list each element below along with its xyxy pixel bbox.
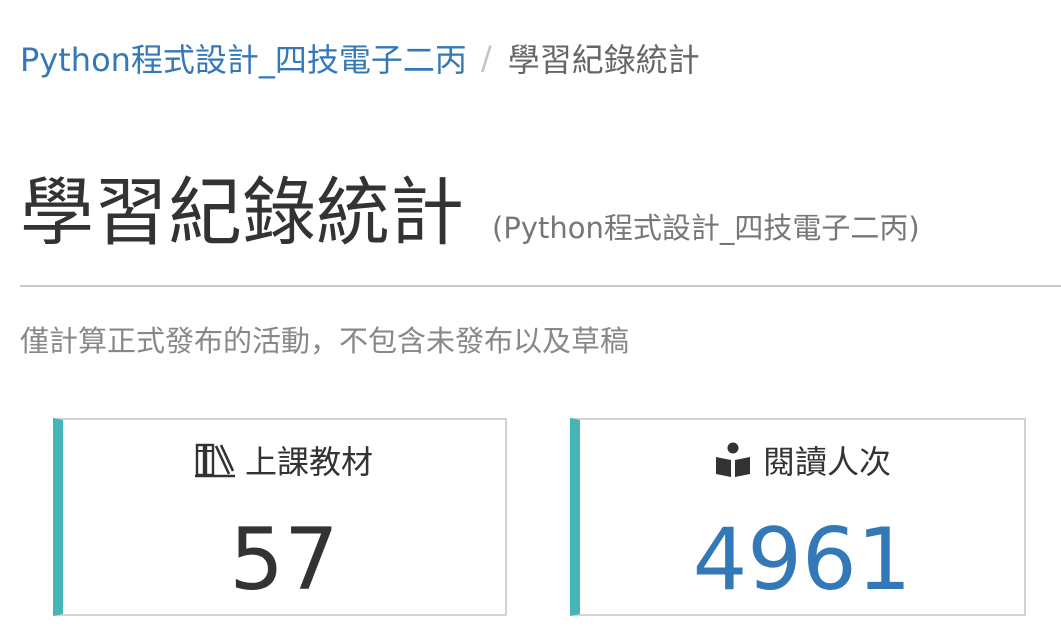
- breadcrumb-course-link[interactable]: Python程式設計_四技電子二丙: [20, 35, 467, 81]
- stat-label: 閱讀人次: [762, 443, 891, 481]
- stats-note: 僅計算正式發布的活動，不包含未發布以及草稿: [20, 324, 630, 358]
- page-header: 學習紀錄統計 (Python程式設計_四技電子二丙): [20, 168, 1061, 258]
- books-icon: [194, 441, 235, 479]
- page: Python程式設計_四技電子二丙 / 學習紀錄統計 學習紀錄統計 (Pytho…: [0, 0, 1061, 642]
- stat-label: 上課教材: [244, 443, 373, 481]
- stat-card-reads[interactable]: 閱讀人次 4961: [570, 418, 1026, 616]
- page-title: 學習紀錄統計: [20, 170, 464, 256]
- stat-card-header: 上課教材: [63, 440, 505, 481]
- page-subtitle: (Python程式設計_四技電子二丙): [492, 211, 920, 245]
- stat-value-reads: 4961: [692, 510, 912, 610]
- book-reader-icon: [713, 441, 753, 479]
- stat-value-materials: 57: [229, 510, 339, 610]
- header-divider: [20, 285, 1061, 287]
- breadcrumb-separator: /: [480, 39, 492, 77]
- breadcrumb-current: 學習紀錄統計: [507, 41, 700, 79]
- stat-card-materials[interactable]: 上課教材 57: [53, 418, 507, 616]
- breadcrumb: Python程式設計_四技電子二丙 / 學習紀錄統計: [20, 36, 700, 80]
- stat-card-header: 閱讀人次: [580, 440, 1024, 481]
